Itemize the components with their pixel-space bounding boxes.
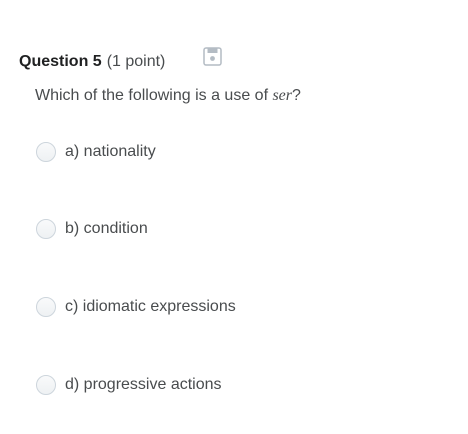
option-a-radio[interactable] [36, 142, 56, 162]
option-a[interactable]: a) nationality [36, 140, 156, 164]
prompt-text: Which of the following is a use of [35, 87, 273, 104]
option-c-label[interactable]: c) idiomatic expressions [65, 298, 236, 316]
prompt-term: ser [272, 87, 293, 104]
option-a-label[interactable]: a) nationality [65, 143, 156, 161]
option-d[interactable]: d) progressive actions [36, 373, 222, 397]
question-prompt: Which of the following is a use of ser? [35, 87, 301, 105]
option-d-radio[interactable] [36, 375, 56, 395]
save-icon[interactable] [203, 47, 222, 66]
option-b-label[interactable]: b) condition [65, 220, 148, 238]
option-c[interactable]: c) idiomatic expressions [36, 295, 236, 319]
option-d-label[interactable]: d) progressive actions [65, 376, 222, 394]
option-b[interactable]: b) condition [36, 217, 148, 241]
option-b-radio[interactable] [36, 219, 56, 239]
question-points: (1 point) [106, 53, 166, 70]
option-c-radio[interactable] [36, 297, 56, 317]
question-number: Question 5 [19, 53, 102, 70]
prompt-end: ? [292, 87, 301, 104]
question-header: Question 5 (1 point) [19, 50, 165, 74]
